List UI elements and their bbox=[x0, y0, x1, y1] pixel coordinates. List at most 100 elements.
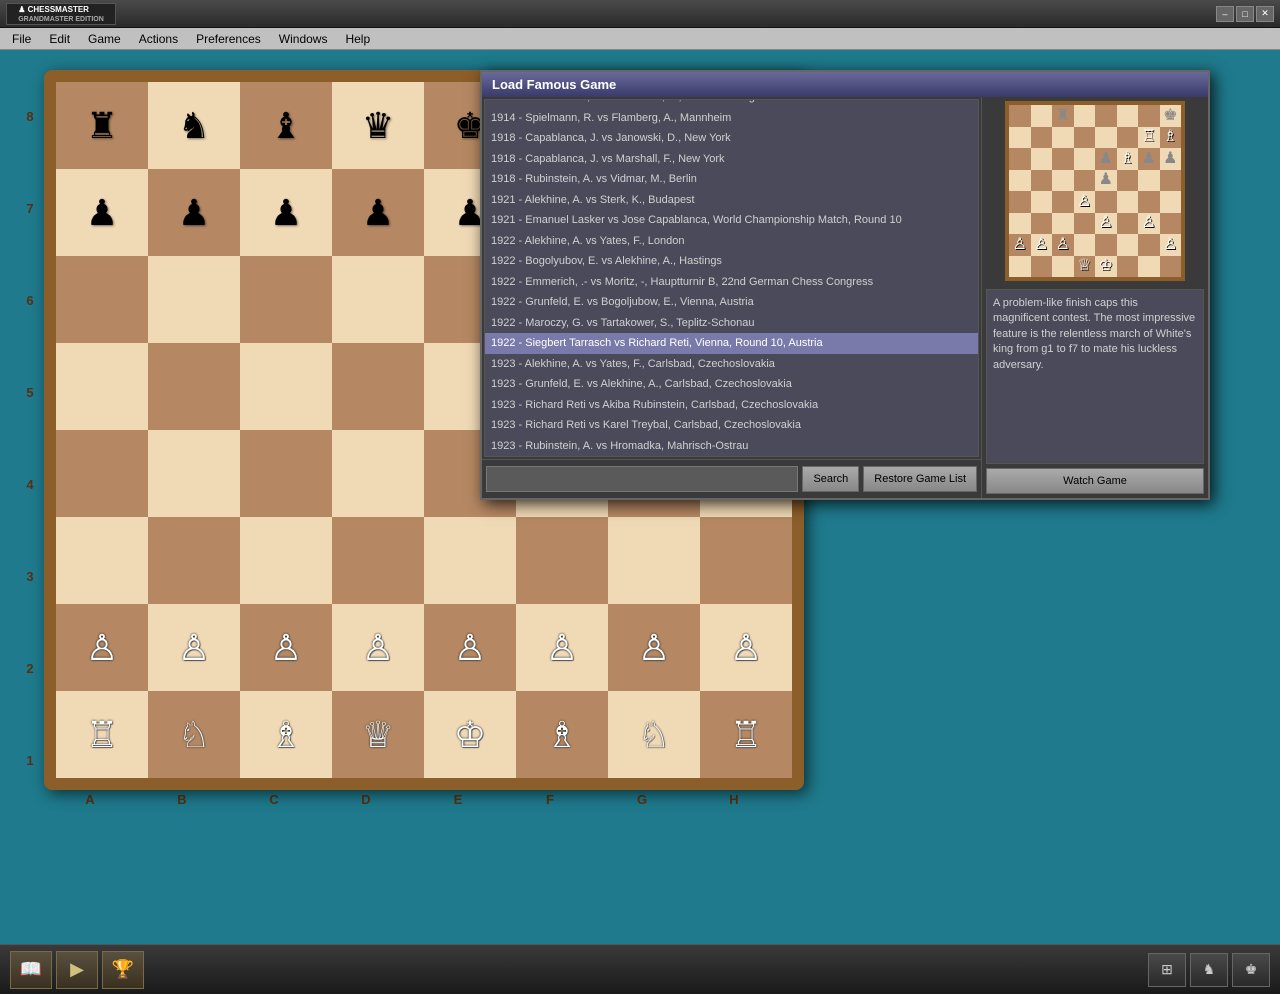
game-list-item[interactable]: 1923 - Richard Reti vs Akiba Rubinstein,… bbox=[485, 395, 978, 416]
restore-game-list-button[interactable]: Restore Game List bbox=[863, 466, 977, 492]
cell-e1: ♔ bbox=[424, 691, 516, 778]
dialog-title: Load Famous Game bbox=[482, 72, 1208, 97]
cell-a7: ♟ bbox=[56, 169, 148, 256]
rank-6: 6 bbox=[20, 254, 40, 346]
titlebar-left: ♟ CHESSMASTERGRANDMASTER EDITION bbox=[6, 3, 116, 25]
board-row-3 bbox=[56, 517, 792, 604]
king-button[interactable]: ♚ bbox=[1232, 953, 1270, 987]
game-list-item[interactable]: 1922 - Alekhine, A. vs Yates, F., London bbox=[485, 231, 978, 252]
game-list-item[interactable]: 1923 - Rubinstein, A. vs Hromadka, Mahri… bbox=[485, 436, 978, 457]
cell-d1: ♕ bbox=[332, 691, 424, 778]
menu-game[interactable]: Game bbox=[80, 30, 129, 48]
play-button[interactable]: ▶ bbox=[56, 951, 98, 989]
cell-a8: ♜ bbox=[56, 82, 148, 169]
cell-f1: ♗ bbox=[516, 691, 608, 778]
bottom-right-controls: ⊞ ♞ ♚ bbox=[1148, 953, 1270, 987]
game-list[interactable]: 1912 - Ossip Bernstein vs Akiba Rubinste… bbox=[484, 99, 979, 457]
book-button[interactable]: 📖 bbox=[10, 951, 52, 989]
menu-actions[interactable]: Actions bbox=[131, 30, 186, 48]
bottom-toolbar: 📖 ▶ 🏆 ⊞ ♞ ♚ bbox=[0, 944, 1280, 994]
game-list-item[interactable]: 1914 - Spielmann, R. vs Flamberg, A., Ma… bbox=[485, 108, 978, 129]
cell-a1: ♖ bbox=[56, 691, 148, 778]
game-list-item[interactable]: 1921 - Alekhine, A. vs Sterk, K., Budape… bbox=[485, 190, 978, 211]
cell-g2: ♙ bbox=[608, 604, 700, 691]
rank-5: 5 bbox=[20, 346, 40, 438]
file-labels: A B C D E F G H bbox=[44, 792, 780, 807]
maximize-button[interactable]: □ bbox=[1236, 6, 1254, 22]
game-list-item[interactable]: 1922 - Emmerich, .- vs Moritz, -, Hauptt… bbox=[485, 272, 978, 293]
knight-button[interactable]: ♞ bbox=[1190, 953, 1228, 987]
rank-4: 4 bbox=[20, 438, 40, 530]
menubar: File Edit Game Actions Preferences Windo… bbox=[0, 28, 1280, 50]
cell-g3 bbox=[608, 517, 700, 604]
bottom-left-controls: 📖 ▶ 🏆 bbox=[10, 951, 144, 989]
close-button[interactable]: ✕ bbox=[1256, 6, 1274, 22]
rank-8: 8 bbox=[20, 70, 40, 162]
file-e: E bbox=[412, 792, 504, 807]
menu-edit[interactable]: Edit bbox=[41, 30, 78, 48]
file-f: F bbox=[504, 792, 596, 807]
cell-e3 bbox=[424, 517, 516, 604]
cell-b4 bbox=[148, 430, 240, 517]
cell-d4 bbox=[332, 430, 424, 517]
board-row-1: ♖ ♘ ♗ ♕ ♔ ♗ ♘ ♖ bbox=[56, 691, 792, 778]
cell-c4 bbox=[240, 430, 332, 517]
cell-d6 bbox=[332, 256, 424, 343]
game-list-item[interactable]: 1918 - Capablanca, J. vs Janowski, D., N… bbox=[485, 128, 978, 149]
cell-h2: ♙ bbox=[700, 604, 792, 691]
game-list-item[interactable]: 1922 - Siegbert Tarrasch vs Richard Reti… bbox=[485, 333, 978, 354]
minimize-button[interactable]: – bbox=[1216, 6, 1234, 22]
cell-b3 bbox=[148, 517, 240, 604]
cell-d2: ♙ bbox=[332, 604, 424, 691]
cell-e2: ♙ bbox=[424, 604, 516, 691]
trophy-button[interactable]: 🏆 bbox=[102, 951, 144, 989]
game-list-item[interactable]: 1918 - Rubinstein, A. vs Vidmar, M., Ber… bbox=[485, 169, 978, 190]
cell-a5 bbox=[56, 343, 148, 430]
cell-a6 bbox=[56, 256, 148, 343]
rank-labels: 8 7 6 5 4 3 2 1 bbox=[20, 70, 40, 806]
watch-game-button[interactable]: Watch Game bbox=[986, 468, 1204, 494]
cell-c3 bbox=[240, 517, 332, 604]
app-logo: ♟ CHESSMASTERGRANDMASTER EDITION bbox=[6, 3, 116, 25]
titlebar-controls: – □ ✕ bbox=[1216, 6, 1274, 22]
game-list-item[interactable]: 1923 - Grunfeld, E. vs Alekhine, A., Car… bbox=[485, 374, 978, 395]
cell-b1: ♘ bbox=[148, 691, 240, 778]
menu-preferences[interactable]: Preferences bbox=[188, 30, 269, 48]
menu-windows[interactable]: Windows bbox=[271, 30, 336, 48]
cell-b6 bbox=[148, 256, 240, 343]
search-button[interactable]: Search bbox=[802, 466, 859, 492]
game-list-item[interactable]: 1922 - Grunfeld, E. vs Bogoljubow, E., V… bbox=[485, 292, 978, 313]
cell-g1: ♘ bbox=[608, 691, 700, 778]
game-list-item[interactable]: 1922 - Bogolyubov, E. vs Alekhine, A., H… bbox=[485, 251, 978, 272]
cell-c5 bbox=[240, 343, 332, 430]
cell-d7: ♟ bbox=[332, 169, 424, 256]
cell-d8: ♛ bbox=[332, 82, 424, 169]
preview-board-grid: ♜ ♚ bbox=[1009, 105, 1181, 277]
grid-button[interactable]: ⊞ bbox=[1148, 953, 1186, 987]
cell-h1: ♖ bbox=[700, 691, 792, 778]
game-list-item[interactable]: 1922 - Maroczy, G. vs Tartakower, S., Te… bbox=[485, 313, 978, 334]
search-input[interactable] bbox=[486, 466, 798, 492]
cell-d5 bbox=[332, 343, 424, 430]
game-list-item[interactable]: 1923 - Richard Reti vs Karel Treybal, Ca… bbox=[485, 415, 978, 436]
cell-c7: ♟ bbox=[240, 169, 332, 256]
game-list-item[interactable]: 1918 - Capablanca, J. vs Marshall, F., N… bbox=[485, 149, 978, 170]
dialog-content: 1912 - Ossip Bernstein vs Akiba Rubinste… bbox=[482, 97, 1208, 498]
file-d: D bbox=[320, 792, 412, 807]
file-c: C bbox=[228, 792, 320, 807]
preview-panel: ♜ ♚ bbox=[982, 97, 1208, 498]
search-bar: Search Restore Game List bbox=[482, 459, 981, 498]
menu-help[interactable]: Help bbox=[337, 30, 378, 48]
game-list-item[interactable]: 1914 - Nimzowitsch, A. vs Tarrasch, S., … bbox=[485, 99, 978, 108]
rank-3: 3 bbox=[20, 530, 40, 622]
file-h: H bbox=[688, 792, 780, 807]
menu-file[interactable]: File bbox=[4, 30, 39, 48]
game-description: A problem-like finish caps this magnific… bbox=[986, 289, 1204, 464]
cell-d3 bbox=[332, 517, 424, 604]
cell-b8: ♞ bbox=[148, 82, 240, 169]
rank-7: 7 bbox=[20, 162, 40, 254]
rank-1: 1 bbox=[20, 714, 40, 806]
game-list-item[interactable]: 1921 - Emanuel Lasker vs Jose Capablanca… bbox=[485, 210, 978, 231]
game-list-item[interactable]: 1923 - Alekhine, A. vs Yates, F., Carlsb… bbox=[485, 354, 978, 375]
cell-c2: ♙ bbox=[240, 604, 332, 691]
